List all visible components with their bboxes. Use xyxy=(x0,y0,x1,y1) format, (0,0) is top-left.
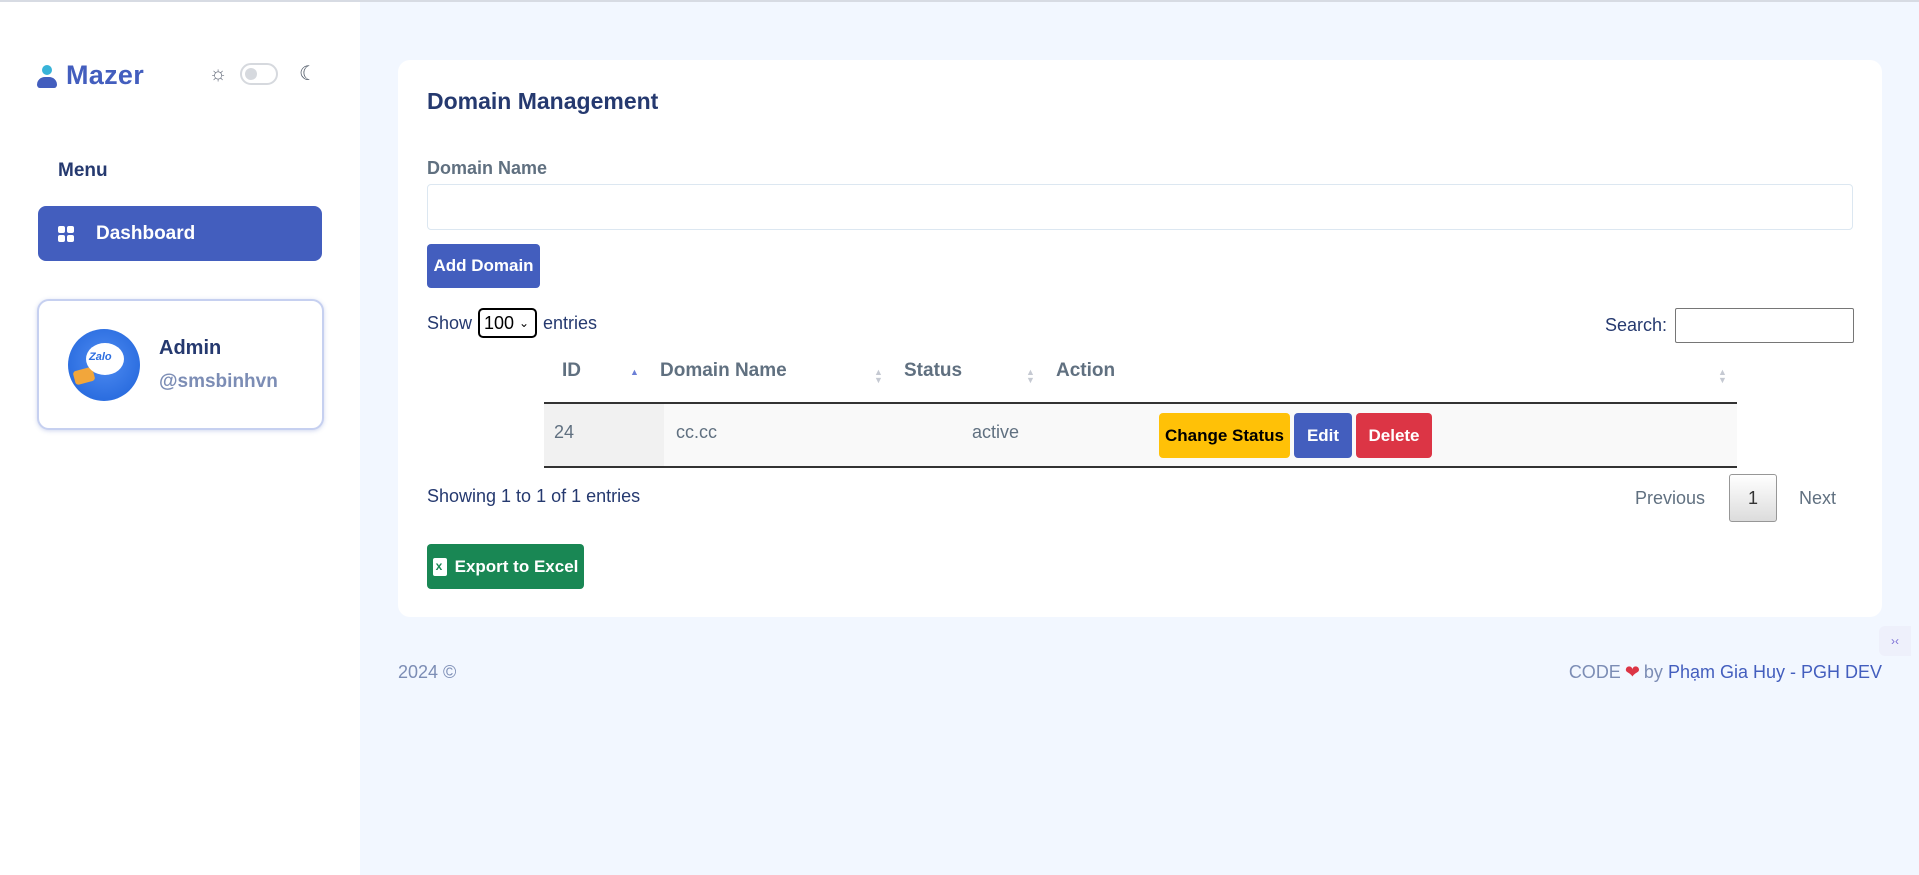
domain-management-card: Domain Management Domain Name Add Domain… xyxy=(398,60,1882,617)
domain-name-input[interactable] xyxy=(427,184,1853,230)
profile-card: Zalo Admin @smsbinhvn xyxy=(37,299,324,430)
search-control: Search: xyxy=(1605,308,1854,343)
entries-select[interactable]: 100 ⌄ xyxy=(478,308,538,338)
export-excel-button[interactable]: Export to Excel xyxy=(427,544,584,589)
sidebar-item-dashboard[interactable]: Dashboard xyxy=(38,206,322,261)
delete-button[interactable]: Delete xyxy=(1356,413,1432,458)
author-link[interactable]: Phạm Gia Huy - PGH DEV xyxy=(1668,662,1882,683)
show-label: Show xyxy=(427,312,473,333)
theme-switcher: ☼ ☾ xyxy=(206,62,320,86)
cell-domain: cc.cc xyxy=(676,422,718,442)
profile-name: Admin xyxy=(159,337,222,359)
grid-icon xyxy=(58,225,74,242)
brand-logo[interactable]: Mazer xyxy=(36,60,144,91)
page-button-1[interactable]: 1 xyxy=(1728,474,1777,522)
column-header-domain-name[interactable]: Domain Name xyxy=(660,360,787,382)
add-domain-button[interactable]: Add Domain xyxy=(427,244,540,288)
search-label: Search: xyxy=(1604,315,1667,335)
column-header-action[interactable]: Action xyxy=(1056,360,1115,382)
next-page-button[interactable]: Next xyxy=(1799,488,1836,509)
code-label: CODE xyxy=(1568,662,1621,682)
brand-name: Mazer xyxy=(66,60,145,90)
domain-table: ID ▲ Domain Name ▲ ▼ Status ▲ ▼ Action ▲ ▼ … xyxy=(544,348,1737,468)
cell-status: active xyxy=(972,422,1020,442)
domain-name-label: Domain Name xyxy=(427,158,548,178)
footer-copyright: 2024 © xyxy=(398,662,457,682)
page-title: Domain Management xyxy=(427,88,659,114)
moon-icon: ☾ xyxy=(299,63,317,85)
sidebar-item-label: Dashboard xyxy=(96,222,196,244)
side-widget-icon[interactable]: ›‹ xyxy=(1879,626,1911,656)
footer-credit: CODE ❤ by Phạm Gia Huy - PGH DEV xyxy=(1569,662,1882,683)
export-label: Export to Excel xyxy=(454,556,579,576)
sort-icon: ▲ ▼ xyxy=(1718,367,1727,385)
menu-title: Menu xyxy=(58,160,108,181)
column-header-status[interactable]: Status xyxy=(904,360,962,382)
change-status-button[interactable]: Change Status xyxy=(1159,413,1290,458)
excel-file-icon xyxy=(432,557,447,576)
sort-icon: ▲ ▼ xyxy=(1026,367,1035,385)
table-info: Showing 1 to 1 of 1 entries xyxy=(427,486,641,506)
avatar: Zalo xyxy=(68,329,140,401)
heart-icon: ❤ xyxy=(1624,662,1640,682)
profile-handle: @smsbinhvn xyxy=(159,371,278,392)
cell-id: 24 xyxy=(554,422,575,442)
entries-label: entries xyxy=(543,312,598,333)
entries-value: 100 xyxy=(484,312,515,333)
entries-length-control: Show 100 ⌄ entries xyxy=(427,308,597,338)
search-input[interactable] xyxy=(1675,308,1854,343)
sun-icon: ☼ xyxy=(208,63,228,85)
chevron-down-icon: ⌄ xyxy=(518,316,530,330)
sort-asc-icon: ▲ xyxy=(630,367,639,377)
sidebar: Mazer ☼ ☾ Menu Dashboard Zalo Admin @sms… xyxy=(0,2,360,875)
sort-icon: ▲ ▼ xyxy=(874,367,883,385)
table-row: 24 cc.cc active Change Status Edit Delet… xyxy=(544,404,1737,468)
column-header-id[interactable]: ID xyxy=(562,360,581,382)
by-label: by xyxy=(1643,662,1663,682)
table-header: ID ▲ Domain Name ▲ ▼ Status ▲ ▼ Action ▲ ▼ xyxy=(544,348,1737,404)
previous-page-button[interactable]: Previous xyxy=(1635,488,1705,509)
theme-toggle[interactable] xyxy=(240,63,278,85)
user-icon xyxy=(36,63,58,89)
pagination: Previous 1 Next xyxy=(1635,474,1854,522)
edit-button[interactable]: Edit xyxy=(1294,413,1352,458)
